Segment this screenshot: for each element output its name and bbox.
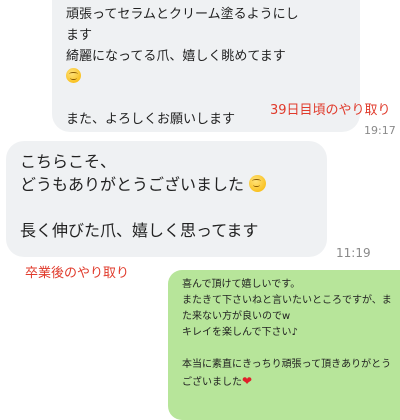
- relieved-smile-emoji-icon: [66, 68, 81, 83]
- message-text-line: 本当に素直にきっちり頑張って頂きありがとう: [182, 359, 392, 370]
- message-text-line: 長く伸びた爪、嬉しく思ってます: [20, 221, 259, 240]
- message-text-line: どうもありがとうございました: [20, 175, 245, 194]
- message-timestamp: 11:19: [336, 246, 371, 260]
- message-timestamp: 19:17: [364, 124, 396, 137]
- message-text-line: 綺麗になってる爪、嬉しく眺めてます: [66, 49, 286, 64]
- message-text-line: ございました: [182, 377, 242, 388]
- relieved-smile-emoji-icon: [249, 175, 267, 192]
- message-text-line: た来ない方が良いのでw: [182, 311, 291, 322]
- annotation-day39: 39日目頃のやり取り: [270, 103, 391, 118]
- message-text-line: キレイを楽しんで下さい♪: [182, 327, 298, 338]
- message-text-line: ます: [66, 28, 93, 43]
- message-text-line: またきて下さいねと言いたいところですが、ま: [182, 295, 392, 306]
- message-bubble-sent: 喜んで頂けて嬉しいです。 またきて下さいねと言いたいところですが、ま た来ない方…: [168, 270, 400, 420]
- message-text-line: こちらこそ、: [20, 152, 117, 171]
- red-heart-icon: ❤: [242, 374, 253, 388]
- message-text-line: 喜んで頂けて嬉しいです。: [182, 279, 301, 290]
- message-text-line: 頑張ってセラムとクリーム塗るようにし: [66, 7, 299, 22]
- annotation-after-graduation: 卒業後のやり取り: [25, 266, 130, 281]
- message-bubble-reply: こちらこそ、 どうもありがとうございました 長く伸びた爪、嬉しく思ってます: [6, 141, 327, 257]
